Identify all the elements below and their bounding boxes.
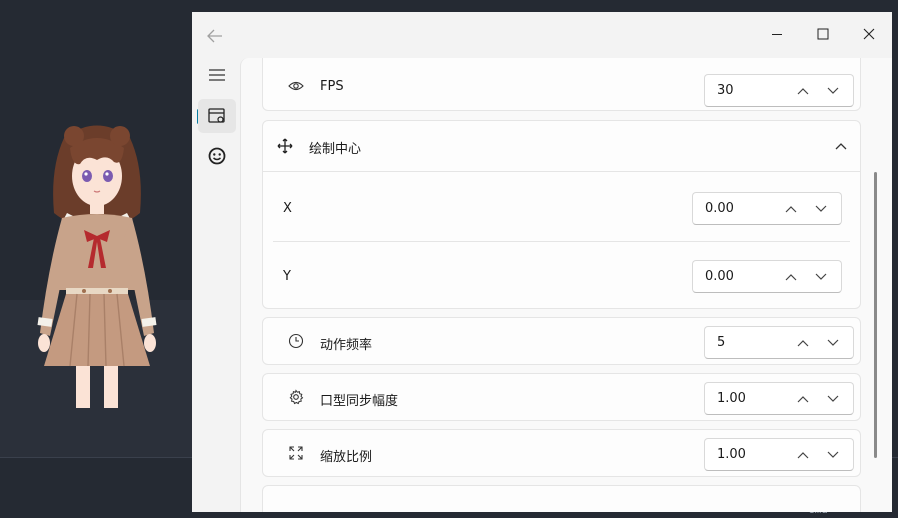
scale-increment-button[interactable]	[795, 447, 811, 463]
next-setting-card	[262, 485, 861, 512]
minimize-button[interactable]	[759, 18, 795, 50]
x-stepper[interactable]: 0.00	[692, 192, 842, 225]
fps-increment-button[interactable]	[795, 83, 811, 99]
fps-value: 30	[717, 83, 734, 98]
header-divider	[263, 171, 860, 172]
fps-stepper[interactable]: 30	[704, 74, 854, 107]
move-icon	[276, 137, 294, 155]
chevron-up-icon	[785, 274, 797, 281]
back-button[interactable]	[204, 26, 226, 46]
chevron-up-icon	[797, 452, 809, 459]
chevron-down-icon	[827, 395, 839, 402]
x-decrement-button[interactable]	[813, 201, 829, 217]
maximize-button[interactable]	[805, 18, 841, 50]
lip-sync-value: 1.00	[717, 391, 746, 406]
scale-label: 缩放比例	[320, 450, 373, 465]
lip-sync-label: 口型同步幅度	[320, 394, 399, 409]
fps-label: FPS	[320, 79, 344, 94]
x-increment-button[interactable]	[783, 201, 799, 217]
nav-item-character[interactable]	[198, 139, 236, 173]
action-frequency-decrement-button[interactable]	[825, 335, 841, 351]
y-value: 0.00	[705, 269, 734, 284]
action-frequency-stepper[interactable]: 5	[704, 326, 854, 359]
lip-sync-stepper[interactable]: 1.00	[704, 382, 854, 415]
settings-content: FPS 30 绘制中心 X 0.00 Y 0.00 动作频率 5 口型同步幅度 …	[240, 58, 892, 512]
chevron-up-icon	[832, 137, 850, 155]
chevron-down-icon	[815, 273, 827, 280]
gear-icon	[287, 388, 305, 406]
chevron-up-icon	[797, 88, 809, 95]
draw-center-label: 绘制中心	[309, 142, 362, 157]
nav-menu-button[interactable]	[198, 58, 236, 92]
y-stepper[interactable]: 0.00	[692, 260, 842, 293]
character-illustration	[37, 125, 157, 408]
chevron-down-icon	[827, 451, 839, 458]
scale-decrement-button[interactable]	[825, 447, 841, 463]
fps-decrement-button[interactable]	[825, 83, 841, 99]
fps-card: FPS 30	[262, 58, 861, 111]
y-label: Y	[283, 269, 291, 284]
lip-sync-decrement-button[interactable]	[825, 391, 841, 407]
chevron-down-icon	[815, 205, 827, 212]
settings-window: FPS 30 绘制中心 X 0.00 Y 0.00 动作频率 5 口型同步幅度 …	[192, 12, 892, 512]
chevron-down-icon	[827, 87, 839, 94]
scale-value: 1.00	[717, 447, 746, 462]
minimize-icon	[772, 34, 782, 35]
chevron-down-icon	[827, 339, 839, 346]
nav-item-settings[interactable]	[198, 99, 236, 133]
action-frequency-card: 动作频率 5	[262, 317, 861, 365]
chevron-up-icon	[797, 396, 809, 403]
y-increment-button[interactable]	[783, 269, 799, 285]
clock-icon	[287, 332, 305, 350]
y-decrement-button[interactable]	[813, 269, 829, 285]
action-frequency-label: 动作频率	[320, 338, 373, 353]
eye-icon	[287, 77, 305, 95]
face-icon	[208, 147, 226, 165]
close-icon	[863, 28, 875, 40]
scale-stepper[interactable]: 1.00	[704, 438, 854, 471]
draw-center-header[interactable]: 绘制中心	[263, 121, 860, 171]
close-button[interactable]	[851, 18, 887, 50]
row-divider	[273, 241, 850, 242]
scale-card: 缩放比例 1.00	[262, 429, 861, 477]
x-value: 0.00	[705, 201, 734, 216]
scrollbar[interactable]	[874, 172, 877, 458]
back-arrow-icon	[207, 29, 222, 43]
x-label: X	[283, 201, 292, 216]
maximize-icon	[817, 28, 829, 40]
action-frequency-value: 5	[717, 335, 726, 350]
lip-sync-increment-button[interactable]	[795, 391, 811, 407]
action-frequency-increment-button[interactable]	[795, 335, 811, 351]
menu-icon	[209, 69, 225, 81]
chevron-up-icon	[785, 206, 797, 213]
chevron-up-icon	[797, 340, 809, 347]
settings-window-icon	[208, 108, 225, 123]
expand-icon	[287, 444, 305, 462]
lip-sync-card: 口型同步幅度 1.00	[262, 373, 861, 421]
draw-center-expander: 绘制中心 X 0.00 Y 0.00	[262, 120, 861, 309]
